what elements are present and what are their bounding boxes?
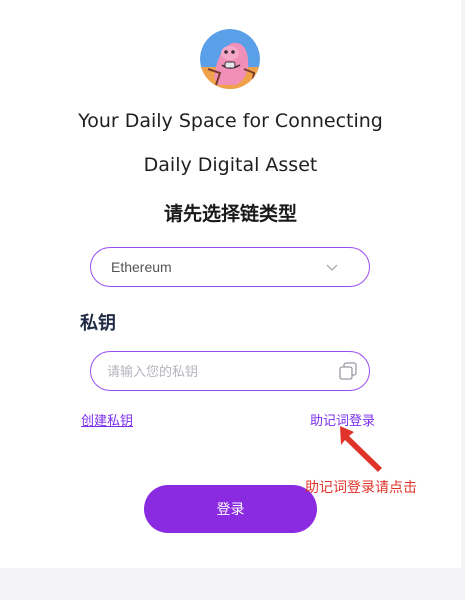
login-button[interactable]: 登录: [144, 485, 317, 533]
avatar: [200, 29, 260, 89]
private-key-label: 私钥: [80, 313, 116, 334]
select-chain-heading: 请先选择链类型: [163, 203, 297, 225]
private-key-input[interactable]: [107, 360, 327, 384]
tagline-line-2: Daily Digital Asset: [143, 154, 318, 176]
private-key-field: [90, 351, 370, 391]
create-private-key-link[interactable]: 创建私钥: [81, 410, 133, 429]
chevron-down-icon: [326, 264, 338, 271]
login-card: Your Daily Space for Connecting Daily Di…: [0, 0, 461, 568]
tagline-line-1: Your Daily Space for Connecting: [78, 110, 383, 132]
copy-icon[interactable]: [339, 362, 357, 380]
avatar-illustration: [200, 29, 260, 89]
annotation-arrow-icon: [340, 426, 382, 472]
chain-type-select[interactable]: Ethereum: [90, 247, 370, 287]
annotation-hint: 助记词登录请点击: [305, 480, 417, 496]
chain-type-selected-value: Ethereum: [111, 259, 172, 275]
